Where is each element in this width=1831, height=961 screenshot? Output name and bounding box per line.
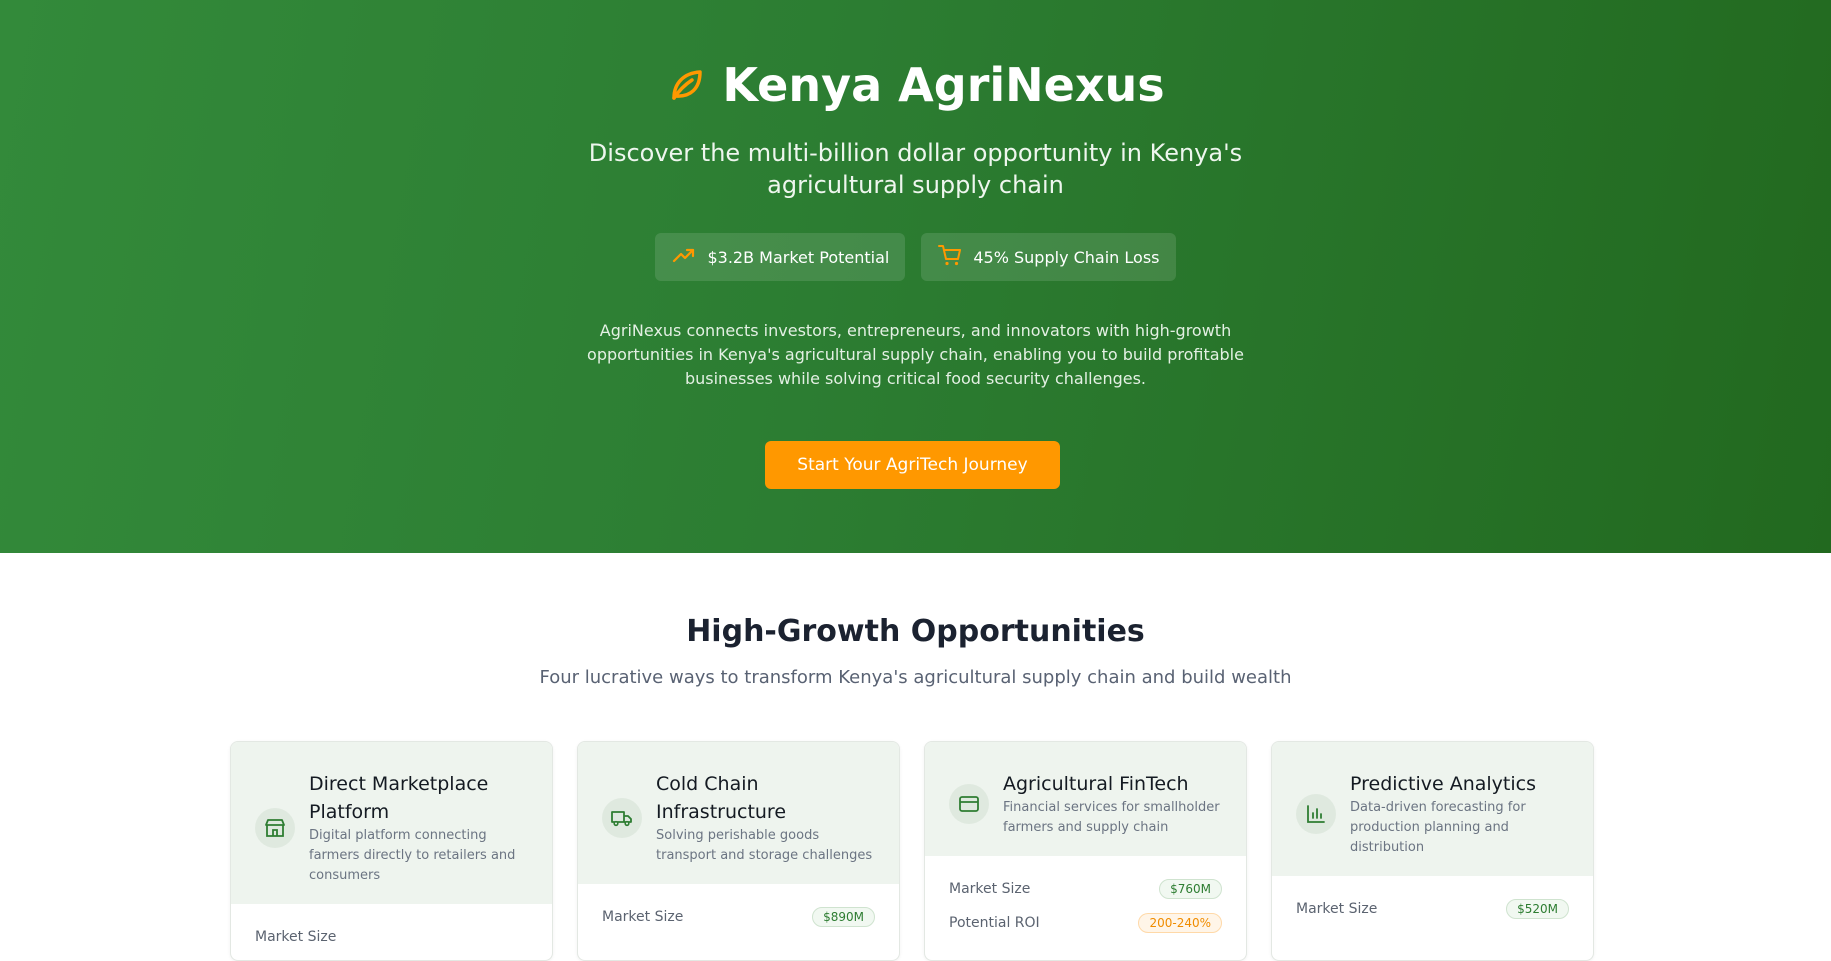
truck-icon	[602, 798, 642, 838]
market-size-row: Market Size $760M	[949, 876, 1222, 902]
card-body: Market Size $890M	[578, 884, 899, 958]
leaf-icon	[666, 65, 706, 105]
card-body: Market Size $760M Potential ROI 200-240%	[925, 856, 1246, 960]
stat-pill-label: $3.2B Market Potential	[707, 247, 890, 267]
card-description: Solving perishable goods transport and s…	[656, 828, 873, 863]
market-size-badge: $890M	[812, 907, 875, 927]
market-size-row: Market Size $890M	[602, 904, 875, 930]
hero-description: AgriNexus connects investors, entreprene…	[587, 321, 1244, 388]
market-size-row: Market Size $520M	[1296, 896, 1569, 922]
market-size-label: Market Size	[255, 929, 337, 945]
opportunity-card-fintech[interactable]: Agricultural FinTech Financial services …	[924, 741, 1247, 961]
card-title: Direct Marketplace Platform	[309, 773, 489, 823]
roi-badge: 200-240%	[1138, 913, 1222, 933]
stat-pill-market-potential: $3.2B Market Potential	[655, 233, 906, 281]
roi-row: Potential ROI 200-240%	[949, 910, 1222, 936]
stat-pills: $3.2B Market Potential 45% Supply Chain …	[0, 233, 1831, 281]
card-title: Predictive Analytics	[1350, 773, 1536, 795]
market-size-badge: $520M	[1506, 899, 1569, 919]
page-title: Kenya AgriNexus	[722, 58, 1165, 112]
card-header: Cold Chain Infrastructure Solving perish…	[578, 742, 899, 884]
market-size-label: Market Size	[1296, 901, 1378, 917]
market-size-row: Market Size	[255, 924, 528, 950]
card-body: Market Size $520M	[1272, 876, 1593, 950]
stat-pill-label: 45% Supply Chain Loss	[973, 247, 1160, 267]
card-header: Predictive Analytics Data-driven forecas…	[1272, 742, 1593, 876]
card-title: Cold Chain Infrastructure	[656, 773, 787, 823]
store-icon	[255, 808, 295, 848]
card-body: Market Size	[231, 904, 552, 960]
opportunity-card-marketplace[interactable]: Direct Marketplace Platform Digital plat…	[230, 741, 553, 961]
market-size-badge: $760M	[1159, 879, 1222, 899]
hero-section: Kenya AgriNexus Discover the multi-billi…	[0, 0, 1831, 553]
opportunities-title: High-Growth Opportunities	[686, 614, 1145, 649]
card-description: Digital platform connecting farmers dire…	[309, 828, 516, 883]
card-header: Direct Marketplace Platform Digital plat…	[231, 742, 552, 904]
hero-subtitle: Discover the multi-billion dollar opport…	[588, 139, 1243, 199]
hero-title-row: Kenya AgriNexus	[0, 58, 1831, 112]
opportunity-card-analytics[interactable]: Predictive Analytics Data-driven forecas…	[1271, 741, 1594, 961]
opportunity-cards: Direct Marketplace Platform Digital plat…	[230, 741, 1596, 961]
card-description: Data-driven forecasting for production p…	[1350, 800, 1526, 855]
start-journey-button[interactable]: Start Your AgriTech Journey	[765, 441, 1060, 489]
stat-pill-supply-chain-loss: 45% Supply Chain Loss	[921, 233, 1176, 281]
roi-label: Potential ROI	[949, 915, 1040, 931]
opportunity-card-cold-chain[interactable]: Cold Chain Infrastructure Solving perish…	[577, 741, 900, 961]
credit-card-icon	[949, 784, 989, 824]
card-title: Agricultural FinTech	[1003, 773, 1189, 795]
trending-up-icon	[671, 242, 697, 272]
shopping-cart-icon	[937, 242, 963, 272]
card-header: Agricultural FinTech Financial services …	[925, 742, 1246, 856]
bar-chart-icon	[1296, 794, 1336, 834]
card-description: Financial services for smallholder farme…	[1003, 800, 1220, 835]
opportunities-subtitle: Four lucrative ways to transform Kenya's…	[539, 667, 1292, 688]
market-size-label: Market Size	[949, 881, 1031, 897]
market-size-label: Market Size	[602, 909, 684, 925]
